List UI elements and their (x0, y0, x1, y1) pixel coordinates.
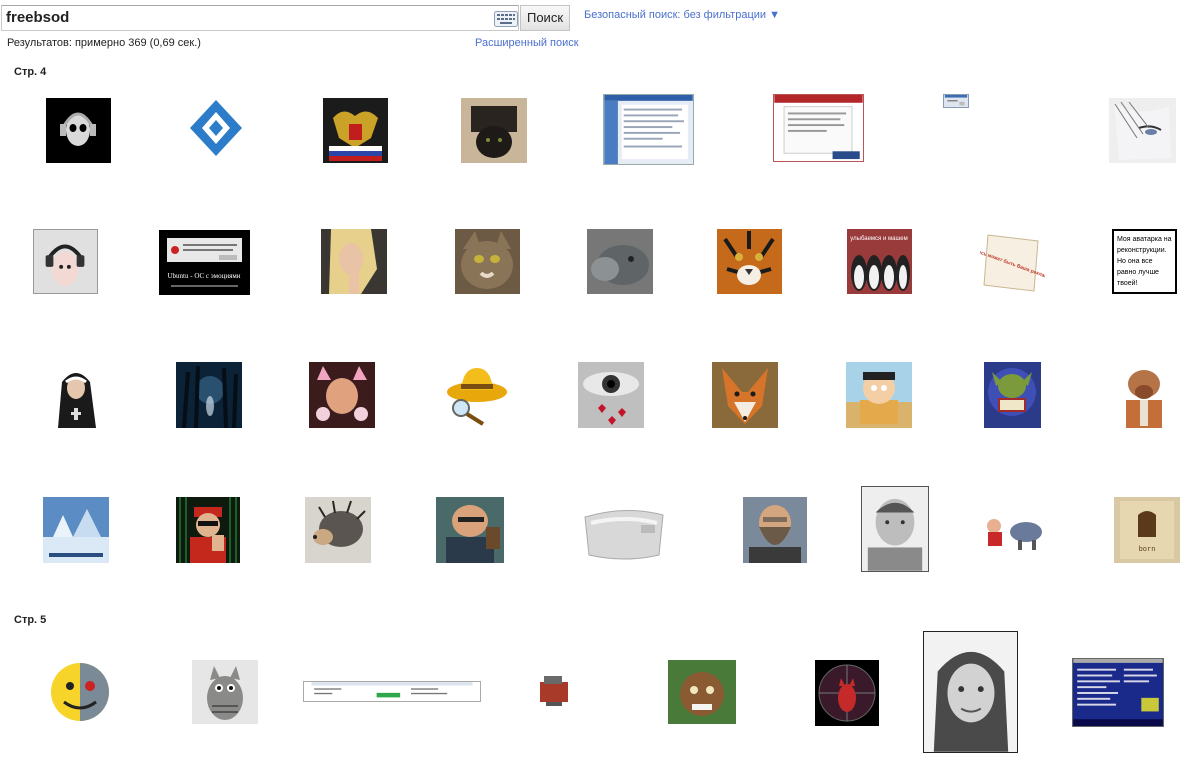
thumbnail-fist-poster[interactable]: born (1114, 497, 1180, 563)
search-input[interactable]: freebsod (1, 5, 519, 31)
search-query[interactable]: freebsod (6, 9, 69, 26)
ubuntu-caption: Ubuntu - ОС с эмоциями (167, 272, 240, 280)
thumbnail-alf[interactable] (1110, 362, 1179, 428)
thumbnail-winter-scene[interactable] (43, 497, 109, 563)
thumbnail-eye-hearts[interactable] (578, 362, 644, 428)
thumbnail-grey-cat[interactable] (587, 229, 653, 294)
thumbnail-fox[interactable] (712, 362, 778, 428)
thumbnail-web-page-screenshot-blue[interactable] (603, 94, 694, 165)
thumbnail-download-window[interactable] (303, 681, 481, 702)
thumbnail-cartoon-character[interactable] (668, 660, 736, 724)
search-button[interactable]: Поиск (520, 5, 570, 31)
page-label-4: Стр. 4 (14, 66, 47, 78)
thumbnail-anime-face-sketch[interactable] (1109, 98, 1176, 163)
keyboard-icon[interactable] (494, 11, 518, 27)
avatar-text-caption: Моя аватарка на реконструкции. Но она вс… (1117, 236, 1172, 287)
thumbnail-ad-space-note[interactable]: Здесь может быть Ваша реклама (980, 229, 1045, 294)
thumbnail-half-robot-smiley[interactable] (48, 660, 112, 724)
thumbnail-knitted-cat[interactable] (192, 660, 258, 724)
thumbnail-russian-coat-of-arms[interactable] (323, 98, 388, 163)
penguins-caption: улыбаемся и машем (850, 236, 907, 242)
thumbnail-cartoon-man[interactable] (436, 497, 504, 563)
thumbnail-avatar-text[interactable]: Моя аватарка на реконструкции. Но она вс… (1112, 229, 1177, 294)
thumbnail-cat-in-fur-hat[interactable] (461, 98, 527, 163)
advanced-search-link[interactable]: Расширенный поиск (475, 37, 579, 49)
thumbnail-blonde-woman[interactable] (321, 229, 387, 294)
thumbnail-girl-cat-ears[interactable] (309, 362, 375, 428)
thumbnail-blue-screen[interactable] (1072, 658, 1164, 727)
thumbnail-small-red-object[interactable] (534, 672, 574, 710)
thumbnail-nun[interactable] (44, 362, 109, 428)
thumbnail-penguins[interactable]: улыбаемся и машем (847, 229, 912, 294)
thumbnail-silver-bag[interactable] (581, 497, 668, 563)
thumbnail-tiger-face[interactable] (717, 229, 782, 294)
thumbnail-ubuntu-error-dialog[interactable]: Ubuntu - ОС с эмоциями (159, 230, 250, 295)
results-stats: Результатов: примерно 369 (0,69 сек.) (7, 37, 201, 49)
thumbnail-blue-logo[interactable] (188, 98, 244, 158)
thumbnail-man-portrait[interactable] (861, 486, 929, 572)
thumbnail-dark-forest[interactable] (176, 362, 242, 428)
safe-search-dropdown[interactable]: Безопасный поиск: без фильтрации ▼ (584, 9, 780, 21)
thumbnail-girl-portrait[interactable] (923, 631, 1018, 753)
thumbnail-gremlin-reading[interactable] (984, 362, 1041, 428)
fist-poster-caption: born (1139, 546, 1156, 554)
thumbnail-tiny-window[interactable] (943, 94, 969, 108)
thumbnail-hedgehog[interactable] (305, 497, 371, 563)
thumbnail-yellow-hat-magnifier[interactable] (443, 362, 510, 428)
thumbnail-cartoon-bull[interactable] (982, 510, 1049, 552)
thumbnail-web-page-screenshot-red[interactable] (773, 94, 864, 162)
thumbnail-south-park-character[interactable] (846, 362, 912, 428)
thumbnail-tabby-cat[interactable] (455, 229, 520, 294)
thumbnail-bearded-man[interactable] (743, 497, 807, 563)
thumbnail-red-cat-scope[interactable] (815, 660, 879, 726)
page-label-5: Стр. 5 (14, 614, 47, 626)
thumbnail-skull-headphones[interactable] (46, 98, 111, 163)
thumbnail-pink-creature-headphones[interactable] (33, 229, 98, 294)
thumbnail-matrix-man[interactable] (176, 497, 240, 563)
